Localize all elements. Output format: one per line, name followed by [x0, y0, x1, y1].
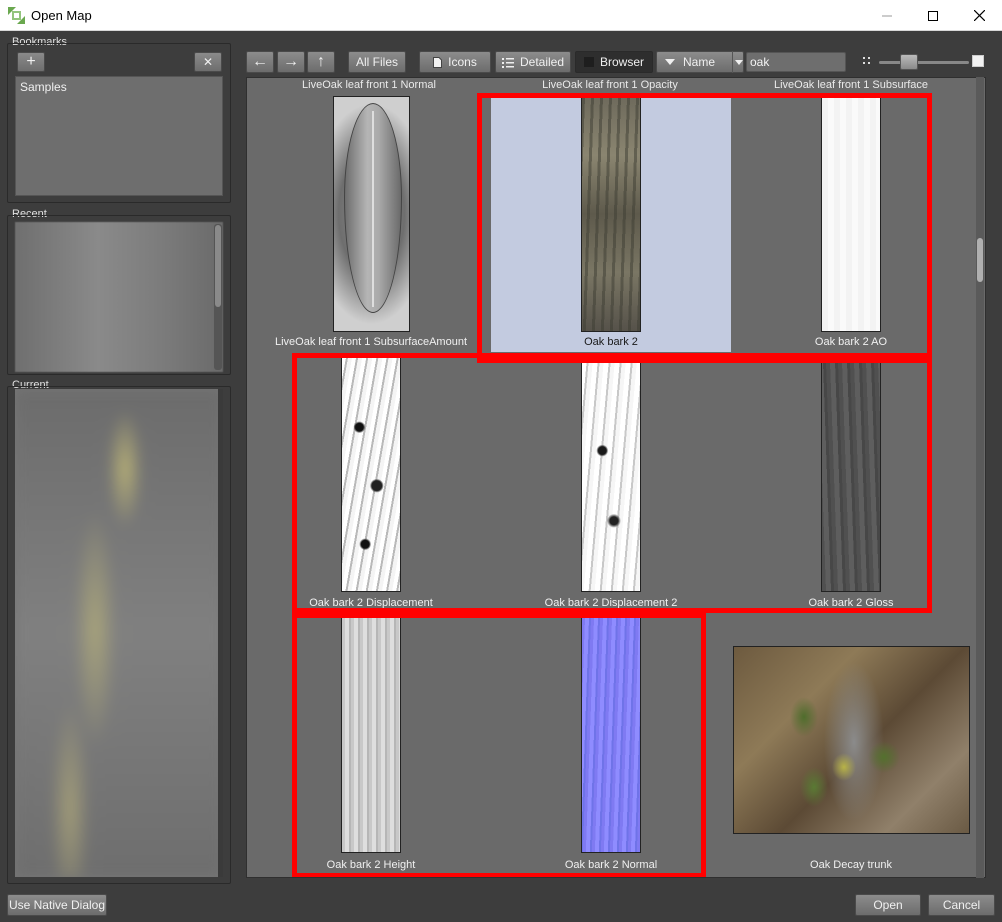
close-button[interactable]	[956, 0, 1002, 31]
remove-bookmark-button[interactable]: ✕	[194, 52, 222, 72]
cancel-label: Cancel	[942, 898, 981, 912]
open-button[interactable]: Open	[855, 894, 921, 916]
close-icon	[973, 10, 985, 21]
small-thumbnails-icon	[863, 57, 871, 65]
highlight-box	[292, 613, 706, 877]
close-icon: ✕	[202, 55, 214, 69]
icons-view-button[interactable]: Icons	[419, 51, 491, 73]
thumbnail-image	[333, 96, 410, 332]
icons-label: Icons	[448, 55, 477, 69]
left-panel: Bookmarks + ✕ Samples Recent Current	[4, 35, 234, 885]
detailed-view-button[interactable]: Detailed	[495, 51, 571, 73]
add-bookmark-button[interactable]: +	[17, 52, 45, 72]
file-tile[interactable]: Oak Decay trunk	[731, 616, 971, 874]
top-row-label[interactable]: LiveOak leaf front 1 Subsurface	[736, 79, 966, 91]
use-native-dialog-label: Use Native Dialog	[8, 898, 106, 912]
app-icon	[8, 7, 25, 24]
sort-dropdown[interactable]: Name	[656, 51, 744, 73]
all-files-label: All Files	[355, 55, 398, 69]
use-native-dialog-button[interactable]: Use Native Dialog	[7, 894, 107, 916]
file-name: LiveOak leaf front 1 SubsurfaceAmount	[275, 336, 467, 348]
open-label: Open	[873, 898, 903, 912]
plus-icon: +	[26, 53, 36, 70]
document-icon	[433, 56, 443, 68]
forward-button[interactable]: →	[277, 51, 305, 73]
minimize-button[interactable]	[864, 0, 910, 31]
thumbnail-image	[733, 646, 970, 834]
thumbnail-size-slider[interactable]	[879, 61, 969, 64]
file-browser[interactable]: LiveOak leaf front 1 Normal LiveOak leaf…	[246, 77, 986, 878]
up-button[interactable]: ↑	[307, 51, 335, 73]
arrow-up-icon: ↑	[317, 53, 325, 70]
browser-scrollbar[interactable]	[976, 77, 984, 878]
maximize-icon	[928, 10, 938, 21]
thumbnail-size-slider-handle[interactable]	[900, 54, 918, 70]
chevron-down-icon	[734, 59, 743, 65]
title-bar: Open Map	[0, 0, 1002, 31]
right-panel: ← → ↑ All Files Icons Detailed Browser N…	[236, 43, 998, 887]
large-thumbnails-icon	[972, 55, 984, 67]
list-icon	[501, 57, 514, 68]
arrow-right-icon: →	[283, 53, 299, 70]
sort-dropdown-arrow[interactable]	[732, 51, 744, 73]
bookmarks-list[interactable]: Samples	[15, 76, 223, 196]
cancel-button[interactable]: Cancel	[928, 894, 995, 916]
file-name: Oak Decay trunk	[810, 859, 892, 871]
leaf-vein	[372, 111, 374, 307]
recent-scroll-thumb[interactable]	[215, 225, 221, 307]
window-title: Open Map	[31, 8, 92, 23]
bookmark-item-samples[interactable]: Samples	[20, 80, 67, 94]
arrow-left-icon: ←	[252, 53, 268, 70]
detailed-label: Detailed	[519, 55, 565, 69]
file-tile[interactable]: LiveOak leaf front 1 SubsurfaceAmount	[251, 94, 491, 352]
current-scrollbar[interactable]	[218, 389, 223, 877]
back-button[interactable]: ←	[246, 51, 274, 73]
highlight-box	[477, 93, 932, 363]
current-preview	[15, 389, 223, 877]
search-input[interactable]	[746, 52, 846, 72]
browser-icon	[583, 57, 594, 67]
browser-scroll-thumb[interactable]	[977, 238, 983, 282]
maximize-button[interactable]	[910, 0, 956, 31]
sort-value: Name	[683, 55, 716, 69]
top-row-label[interactable]: LiveOak leaf front 1 Normal	[254, 79, 484, 91]
all-files-button[interactable]: All Files	[348, 51, 406, 73]
highlight-box	[292, 353, 932, 613]
browser-label: Browser	[599, 55, 644, 69]
browser-view-button[interactable]: Browser	[575, 51, 653, 73]
recent-list[interactable]	[15, 222, 223, 372]
top-row-label[interactable]: LiveOak leaf front 1 Opacity	[495, 79, 725, 91]
current-preview-image	[15, 389, 223, 877]
minimize-icon	[882, 15, 892, 16]
sort-direction-icon	[665, 59, 675, 65]
